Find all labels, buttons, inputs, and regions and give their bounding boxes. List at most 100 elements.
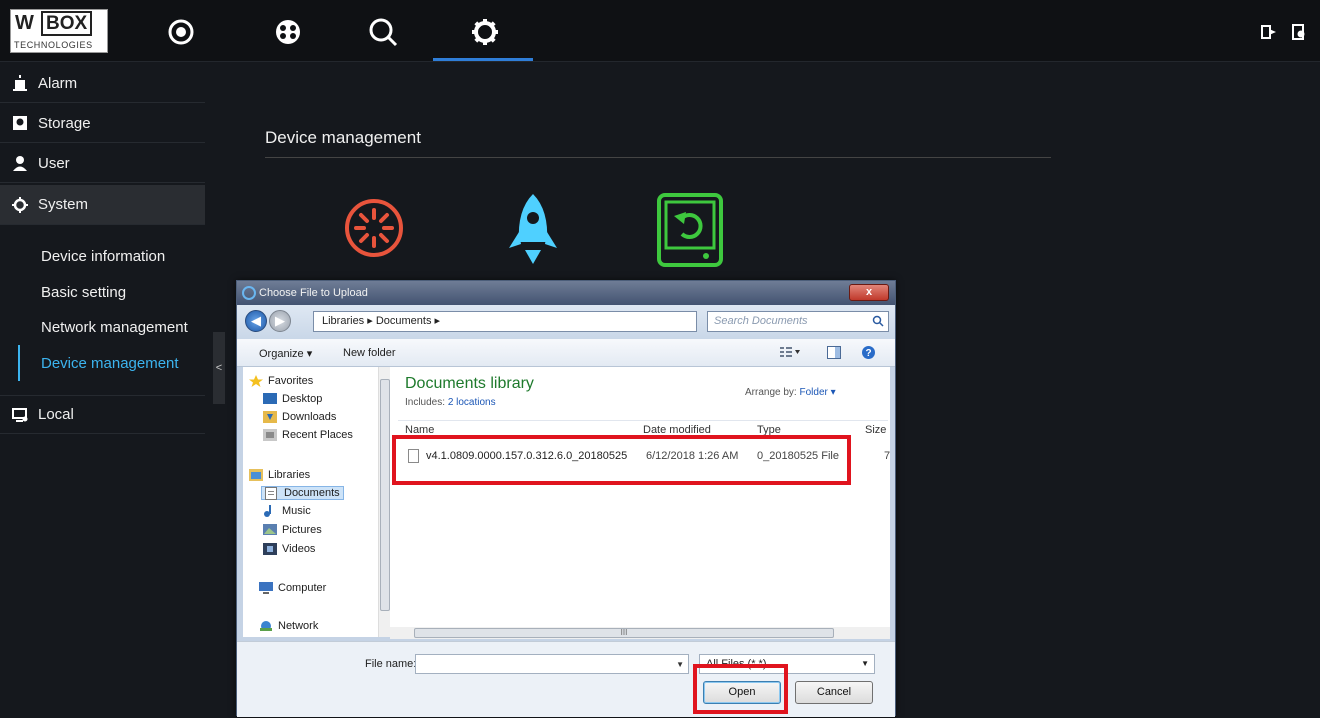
sidebar-item-label: System xyxy=(38,196,89,213)
playback-icon[interactable] xyxy=(268,12,308,52)
sidebar-item-user[interactable]: User xyxy=(0,144,205,183)
sidebar-item-system[interactable]: System xyxy=(0,185,205,225)
active-sub-indicator xyxy=(18,345,20,381)
dialog-titlebar[interactable]: Choose File to Upload x xyxy=(237,281,895,305)
nav-scroll-thumb[interactable] xyxy=(380,379,390,611)
library-title: Documents library xyxy=(405,375,534,392)
nav-label: Favorites xyxy=(268,375,314,387)
help-icon[interactable]: ? xyxy=(861,345,876,363)
file-type: 0_20180525 File xyxy=(757,450,839,462)
sub-device-information[interactable]: Device information xyxy=(41,248,165,265)
address-bar[interactable]: Libraries ▸ Documents ▸ xyxy=(313,311,697,332)
storage-icon xyxy=(12,115,28,131)
nav-label: Music xyxy=(282,505,311,517)
sidebar-item-label: User xyxy=(38,154,70,172)
sidebar-item-storage[interactable]: Storage xyxy=(0,104,205,143)
svg-text:?: ? xyxy=(865,348,871,359)
settings-icon[interactable] xyxy=(465,12,505,52)
new-folder-button[interactable]: New folder xyxy=(343,347,396,359)
includes-label: Includes: xyxy=(405,397,446,408)
nav-scrollbar[interactable] xyxy=(378,367,390,637)
horizontal-scrollbar[interactable]: III xyxy=(390,627,890,639)
file-name-input[interactable]: ▼ xyxy=(415,654,689,674)
nav-libraries[interactable]: Libraries xyxy=(249,469,310,481)
live-view-icon[interactable] xyxy=(161,12,201,52)
dialog-title: Choose File to Upload xyxy=(259,287,368,299)
arrange-dropdown[interactable]: Folder ▾ xyxy=(799,387,835,398)
column-name[interactable]: Name xyxy=(405,424,434,436)
logo-sub: TECHNOLOGIES xyxy=(14,40,93,50)
collapse-sidebar-button[interactable]: < xyxy=(213,332,225,404)
file-name[interactable]: v4.1.0809.0000.157.0.312.6.0_20180525 xyxy=(426,450,627,462)
library-includes: Includes: 2 locations xyxy=(405,397,496,408)
cancel-button[interactable]: Cancel xyxy=(795,681,873,704)
reset-icon[interactable] xyxy=(656,192,728,272)
column-type[interactable]: Type xyxy=(757,424,781,436)
nav-favorites[interactable]: Favorites xyxy=(249,375,313,387)
search-box[interactable]: Search Documents xyxy=(707,311,889,332)
sidebar-item-alarm[interactable]: Alarm xyxy=(0,64,205,103)
lock-icon[interactable] xyxy=(1292,24,1308,40)
nav-music[interactable]: Music xyxy=(263,505,311,517)
search-icon[interactable] xyxy=(363,12,403,52)
back-button[interactable]: ◀ xyxy=(245,310,267,332)
nav-videos[interactable]: Videos xyxy=(263,543,315,555)
dialog-footer: File name: ▼ All Files (*.*) ▼ Open Canc… xyxy=(237,641,895,717)
nav-active-indicator xyxy=(433,58,533,61)
desktop-icon xyxy=(263,393,278,405)
sub-basic-setting[interactable]: Basic setting xyxy=(41,284,126,301)
wbox-logo: W BOX TECHNOLOGIES xyxy=(10,9,108,53)
navigation-pane: Favorites Desktop Downloads Recent Place… xyxy=(243,367,390,637)
organize-button[interactable]: Organize ▾ xyxy=(259,347,312,360)
logo-w: W xyxy=(15,12,34,34)
nav-label: Videos xyxy=(282,543,316,555)
hscroll-thumb[interactable]: III xyxy=(414,628,834,638)
recent-places-icon xyxy=(263,429,278,441)
file-type-select[interactable]: All Files (*.*) ▼ xyxy=(699,654,875,674)
upgrade-icon[interactable] xyxy=(497,192,569,272)
nav-downloads[interactable]: Downloads xyxy=(263,411,336,423)
user-icon xyxy=(12,155,28,171)
close-button[interactable]: x xyxy=(849,284,889,301)
column-divider xyxy=(398,420,888,421)
locations-link[interactable]: 2 locations xyxy=(448,397,496,408)
nav-label: Libraries xyxy=(268,469,311,481)
address-row: ◀ ▶ Libraries ▸ Documents ▸ Search Docum… xyxy=(237,305,895,339)
magnifier-icon xyxy=(872,315,884,327)
view-options-icon[interactable] xyxy=(779,345,801,362)
nav-label: Pictures xyxy=(282,524,322,536)
file-name-label: File name: xyxy=(365,658,417,670)
sub-device-management[interactable]: Device management xyxy=(41,355,179,372)
documents-icon xyxy=(265,487,280,500)
sidebar-item-label: Storage xyxy=(38,114,91,132)
sidebar-item-local[interactable]: Local xyxy=(0,395,205,434)
column-size[interactable]: Size xyxy=(865,424,886,436)
open-button[interactable]: Open xyxy=(703,681,781,704)
nav-recent-places[interactable]: Recent Places xyxy=(263,429,353,441)
nav-desktop[interactable]: Desktop xyxy=(263,393,322,405)
logo-box: BOX xyxy=(41,11,93,36)
dialog-toolbar: Organize ▾ New folder ? xyxy=(237,339,895,367)
nav-documents[interactable]: Documents xyxy=(261,486,344,500)
forward-button[interactable]: ▶ xyxy=(269,310,291,332)
alarm-icon xyxy=(12,75,28,91)
nav-label: Recent Places xyxy=(282,429,353,441)
logout-icon[interactable] xyxy=(1261,24,1277,40)
dropdown-arrow-icon[interactable]: ▼ xyxy=(676,660,684,669)
page-title: Device management xyxy=(265,128,421,147)
column-date-modified[interactable]: Date modified xyxy=(643,424,711,436)
monitor-icon xyxy=(12,407,28,423)
chevron-down-icon: ▼ xyxy=(861,659,869,668)
network-icon xyxy=(259,620,274,632)
nav-network[interactable]: Network xyxy=(259,620,318,632)
music-icon xyxy=(263,505,278,517)
nav-label: Network xyxy=(278,620,319,632)
sidebar-item-label: Local xyxy=(38,406,74,423)
reboot-icon[interactable] xyxy=(338,192,410,272)
sub-network-management[interactable]: Network management xyxy=(41,319,188,336)
preview-pane-icon[interactable] xyxy=(827,346,841,362)
sidebar-item-label: Alarm xyxy=(38,74,78,92)
nav-label: Computer xyxy=(278,582,327,594)
nav-computer[interactable]: Computer xyxy=(259,582,326,594)
nav-pictures[interactable]: Pictures xyxy=(263,524,322,536)
